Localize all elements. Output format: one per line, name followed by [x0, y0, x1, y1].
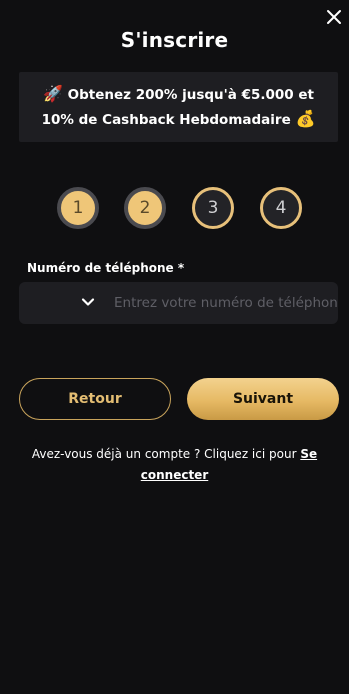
- promo-text-2: 10% de Cashback Hebdomadaire: [41, 112, 291, 128]
- promo-banner: 🚀 Obtenez 200% jusqu'à €5.000 et 10% de …: [19, 72, 338, 142]
- phone-input[interactable]: [114, 282, 338, 324]
- step-2: 2: [124, 187, 166, 229]
- money-bag-icon: 💰: [295, 109, 316, 128]
- close-icon: [327, 10, 341, 24]
- modal-title: S'inscrire: [120, 28, 229, 52]
- rocket-icon: 🚀: [43, 84, 63, 103]
- country-code-select[interactable]: [19, 282, 109, 324]
- step-3: 3: [192, 187, 234, 229]
- chevron-down-icon: [81, 298, 95, 306]
- promo-line-1: 🚀 Obtenez 200% jusqu'à €5.000 et: [25, 82, 332, 107]
- step-1-label: 1: [72, 198, 84, 218]
- close-button[interactable]: [325, 8, 343, 26]
- step-indicator: 1 2 3 4: [0, 187, 349, 229]
- login-prompt: Avez-vous déjà un compte ? Cliquez ici p…: [0, 444, 349, 486]
- back-button[interactable]: Retour: [19, 378, 171, 420]
- next-button[interactable]: Suivant: [187, 378, 339, 420]
- step-1: 1: [57, 187, 99, 229]
- step-3-label: 3: [207, 198, 219, 218]
- promo-text-1: Obtenez 200% jusqu'à €5.000 et: [67, 87, 314, 103]
- step-4: 4: [260, 187, 302, 229]
- phone-field-group: [19, 282, 338, 324]
- login-prompt-text: Avez-vous déjà un compte ? Cliquez ici p…: [31, 447, 301, 461]
- step-2-label: 2: [139, 198, 151, 218]
- step-4-label: 4: [275, 198, 287, 218]
- phone-label: Numéro de téléphone *: [27, 261, 185, 275]
- promo-line-2: 10% de Cashback Hebdomadaire 💰: [25, 107, 332, 132]
